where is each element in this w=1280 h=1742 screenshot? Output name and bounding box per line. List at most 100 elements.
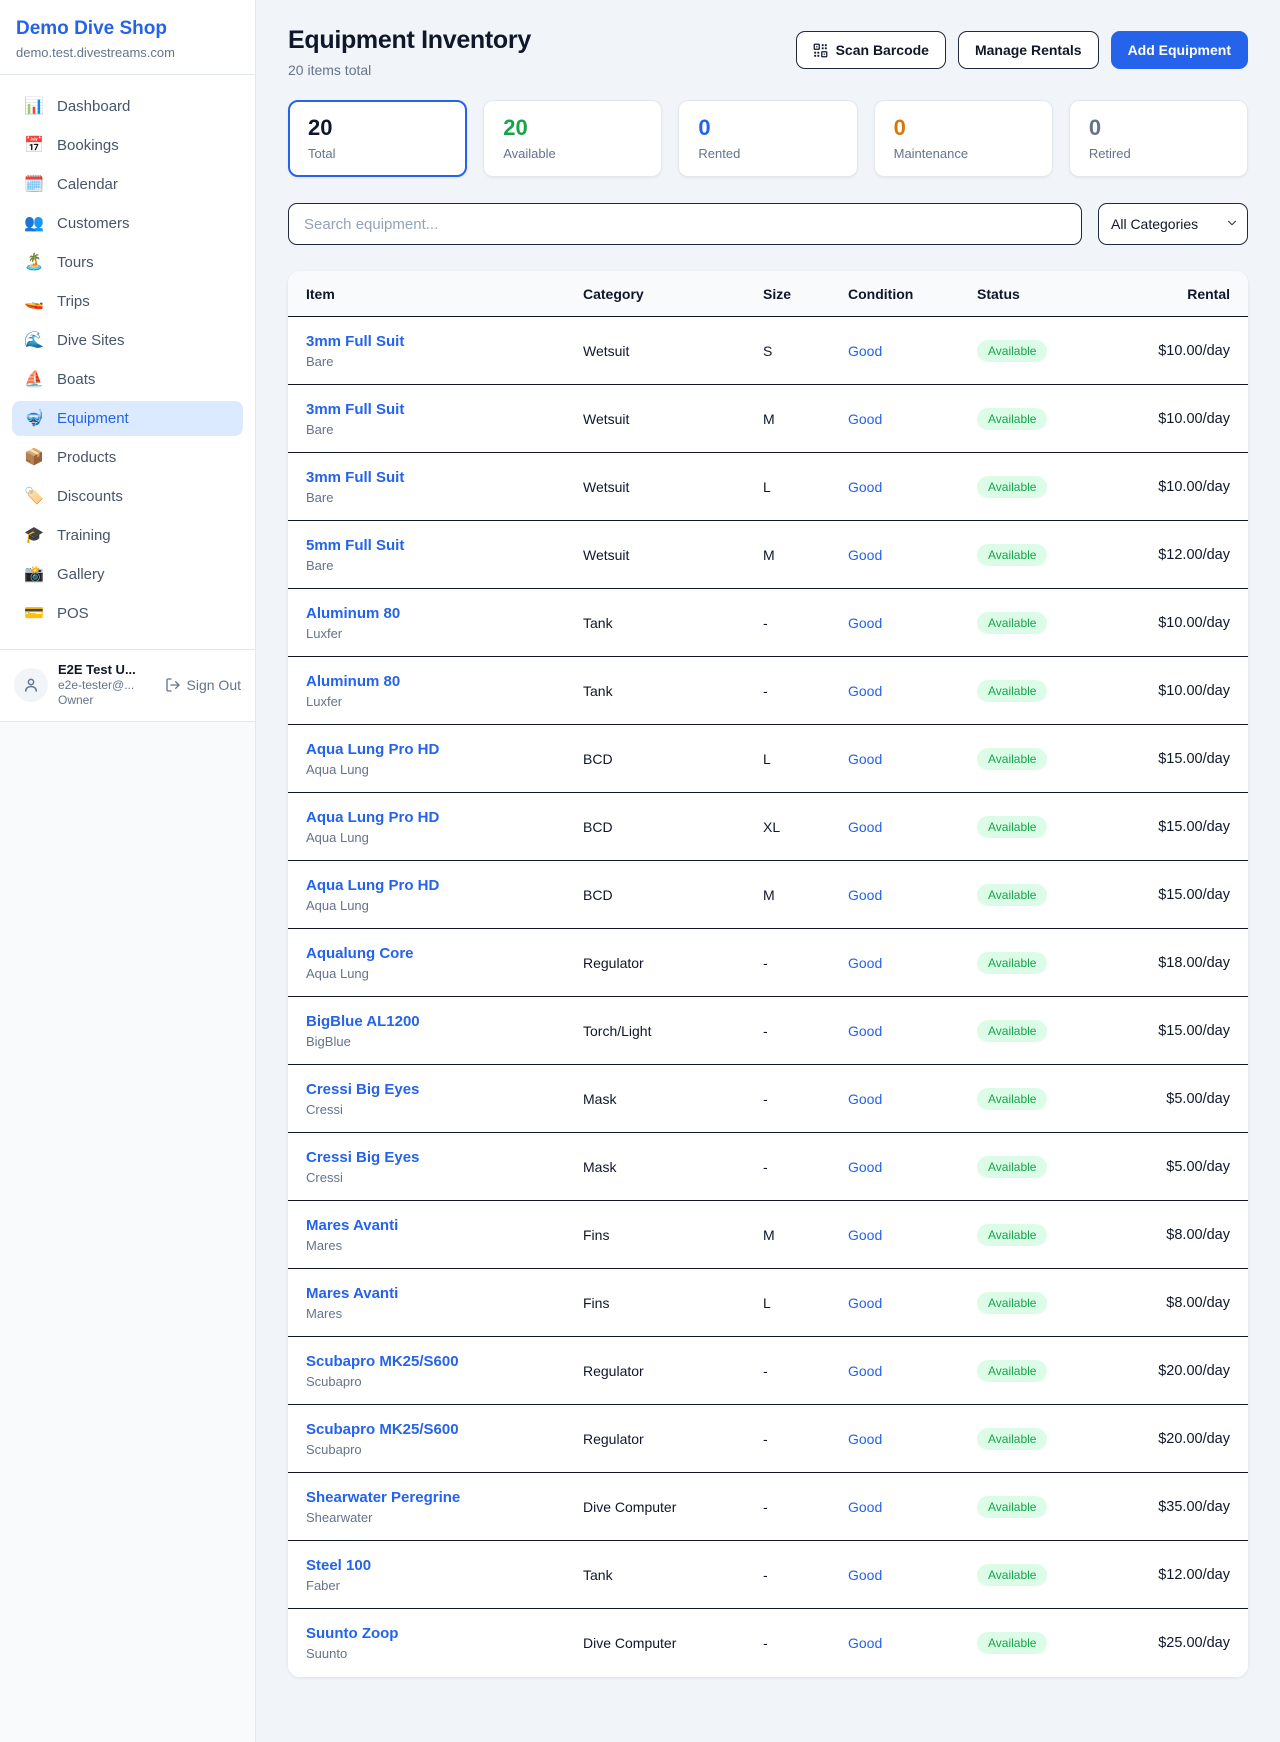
stat-card-maintenance[interactable]: 0 Maintenance — [874, 100, 1053, 177]
condition-link[interactable]: Good — [848, 1635, 882, 1651]
equipment-name-link[interactable]: 3mm Full Suit — [306, 469, 404, 486]
equipment-name-link[interactable]: Steel 100 — [306, 1557, 371, 1574]
sidebar-item-bookings[interactable]: 📅 Bookings — [12, 128, 243, 163]
condition-link[interactable]: Good — [848, 819, 882, 835]
condition-link[interactable]: Good — [848, 887, 882, 903]
condition-link[interactable]: Good — [848, 1363, 882, 1379]
sidebar-item-equipment[interactable]: 🤿 Equipment — [12, 401, 243, 436]
status-badge: Available — [977, 952, 1047, 974]
condition-link[interactable]: Good — [848, 1091, 882, 1107]
sidebar-item-pos[interactable]: 💳 POS — [12, 596, 243, 631]
sidebar-item-dive-sites[interactable]: 🌊 Dive Sites — [12, 323, 243, 358]
equipment-brand: Faber — [306, 1578, 583, 1593]
category-cell: Fins — [583, 1295, 763, 1311]
sidebar: Demo Dive Shop demo.test.divestreams.com… — [0, 0, 256, 1742]
equipment-name-link[interactable]: 3mm Full Suit — [306, 333, 404, 350]
stat-card-retired[interactable]: 0 Retired — [1069, 100, 1248, 177]
equipment-name-link[interactable]: 5mm Full Suit — [306, 537, 404, 554]
equipment-name-link[interactable]: 3mm Full Suit — [306, 401, 404, 418]
equipment-name-link[interactable]: BigBlue AL1200 — [306, 1013, 420, 1030]
sidebar-item-gallery[interactable]: 📸 Gallery — [12, 557, 243, 592]
equipment-name-link[interactable]: Scubapro MK25/S600 — [306, 1421, 459, 1438]
equipment-name-link[interactable]: Suunto Zoop — [306, 1625, 398, 1642]
equipment-brand: Suunto — [306, 1646, 583, 1661]
table-row: Aluminum 80 Luxfer Tank - Good Available… — [288, 657, 1248, 725]
sidebar-item-trips[interactable]: 🚤 Trips — [12, 284, 243, 319]
table-row: Aqua Lung Pro HD Aqua Lung BCD M Good Av… — [288, 861, 1248, 929]
equipment-name-link[interactable]: Shearwater Peregrine — [306, 1489, 460, 1506]
size-cell: - — [763, 683, 848, 699]
app-layout: Demo Dive Shop demo.test.divestreams.com… — [0, 0, 1280, 1742]
scan-barcode-button[interactable]: Scan Barcode — [796, 31, 946, 69]
condition-link[interactable]: Good — [848, 751, 882, 767]
equipment-brand: Scubapro — [306, 1442, 583, 1457]
equipment-name-link[interactable]: Cressi Big Eyes — [306, 1149, 419, 1166]
condition-link[interactable]: Good — [848, 1023, 882, 1039]
condition-link[interactable]: Good — [848, 343, 882, 359]
header-actions: Scan Barcode Manage Rentals Add Equipmen… — [796, 31, 1248, 69]
stat-card-available[interactable]: 20 Available — [483, 100, 662, 177]
stat-value: 0 — [894, 116, 1033, 140]
equipment-name-link[interactable]: Aluminum 80 — [306, 605, 400, 622]
sidebar-item-dashboard[interactable]: 📊 Dashboard — [12, 89, 243, 124]
category-select[interactable]: All Categories — [1098, 203, 1248, 245]
category-cell: BCD — [583, 819, 763, 835]
sidebar-item-boats[interactable]: ⛵ Boats — [12, 362, 243, 397]
category-cell: Wetsuit — [583, 547, 763, 563]
condition-link[interactable]: Good — [848, 615, 882, 631]
equipment-name-link[interactable]: Aqua Lung Pro HD — [306, 877, 439, 894]
sidebar-item-training[interactable]: 🎓 Training — [12, 518, 243, 553]
equipment-table: Item Category Size Condition Status Rent… — [288, 271, 1248, 1677]
equipment-brand: Cressi — [306, 1170, 583, 1185]
equipment-name-link[interactable]: Cressi Big Eyes — [306, 1081, 419, 1098]
size-cell: L — [763, 1295, 848, 1311]
category-cell: Wetsuit — [583, 479, 763, 495]
search-input[interactable] — [288, 203, 1082, 245]
size-cell: - — [763, 1023, 848, 1039]
equipment-name-link[interactable]: Scubapro MK25/S600 — [306, 1353, 459, 1370]
credit-card-icon: 💳 — [24, 606, 44, 622]
equipment-name-link[interactable]: Mares Avanti — [306, 1217, 398, 1234]
condition-link[interactable]: Good — [848, 1567, 882, 1583]
sign-out-button[interactable]: Sign Out — [165, 677, 241, 693]
equipment-brand: Bare — [306, 354, 583, 369]
equipment-name-link[interactable]: Aluminum 80 — [306, 673, 400, 690]
add-equipment-button[interactable]: Add Equipment — [1111, 31, 1248, 69]
equipment-brand: Scubapro — [306, 1374, 583, 1389]
condition-link[interactable]: Good — [848, 411, 882, 427]
condition-link[interactable]: Good — [848, 683, 882, 699]
condition-link[interactable]: Good — [848, 1295, 882, 1311]
category-select-wrap: All Categories — [1098, 203, 1248, 245]
table-row: Steel 100 Faber Tank - Good Available $1… — [288, 1541, 1248, 1609]
condition-link[interactable]: Good — [848, 1159, 882, 1175]
sidebar-item-tours[interactable]: 🏝️ Tours — [12, 245, 243, 280]
condition-link[interactable]: Good — [848, 1499, 882, 1515]
wave-icon: 🌊 — [24, 333, 44, 349]
rental-cell: $20.00/day — [1090, 1363, 1230, 1379]
rental-cell: $35.00/day — [1090, 1499, 1230, 1515]
equipment-brand: BigBlue — [306, 1034, 583, 1049]
status-badge: Available — [977, 476, 1047, 498]
sidebar-item-calendar[interactable]: 🗓️ Calendar — [12, 167, 243, 202]
sidebar-item-discounts[interactable]: 🏷️ Discounts — [12, 479, 243, 514]
condition-link[interactable]: Good — [848, 1227, 882, 1243]
rental-cell: $10.00/day — [1090, 479, 1230, 495]
sidebar-item-products[interactable]: 📦 Products — [12, 440, 243, 475]
size-cell: - — [763, 1091, 848, 1107]
equipment-name-link[interactable]: Mares Avanti — [306, 1285, 398, 1302]
condition-link[interactable]: Good — [848, 547, 882, 563]
condition-link[interactable]: Good — [848, 1431, 882, 1447]
stat-card-total[interactable]: 20 Total — [288, 100, 467, 177]
rental-cell: $8.00/day — [1090, 1295, 1230, 1311]
size-cell: - — [763, 1635, 848, 1651]
equipment-brand: Shearwater — [306, 1510, 583, 1525]
sidebar-item-customers[interactable]: 👥 Customers — [12, 206, 243, 241]
condition-link[interactable]: Good — [848, 479, 882, 495]
sidebar-card: Demo Dive Shop demo.test.divestreams.com… — [0, 0, 255, 722]
equipment-name-link[interactable]: Aqualung Core — [306, 945, 414, 962]
manage-rentals-button[interactable]: Manage Rentals — [958, 31, 1099, 69]
equipment-name-link[interactable]: Aqua Lung Pro HD — [306, 741, 439, 758]
stat-card-rented[interactable]: 0 Rented — [678, 100, 857, 177]
condition-link[interactable]: Good — [848, 955, 882, 971]
equipment-name-link[interactable]: Aqua Lung Pro HD — [306, 809, 439, 826]
